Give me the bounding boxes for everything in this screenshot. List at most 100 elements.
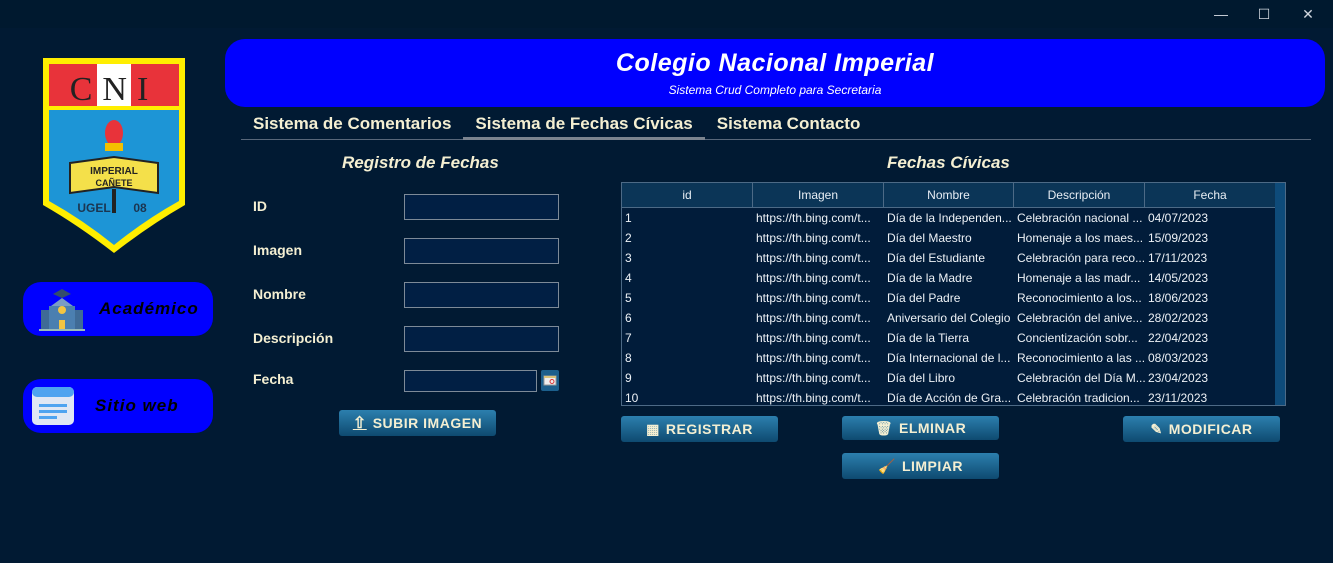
table-row[interactable]: 2 https://th.bing.com/t... Día del Maestro… — [622, 228, 1285, 248]
table-cell: 22/04/2023 — [1148, 331, 1209, 345]
registrar-label: REGISTRAR — [665, 421, 753, 437]
table-cell: 7 — [625, 331, 632, 345]
table-row[interactable]: 4 https://th.bing.com/t... Día de la Madre… — [622, 268, 1285, 288]
table-cell: Homenaje a las madr... — [1017, 271, 1141, 285]
table-cell: 15/09/2023 — [1148, 231, 1209, 245]
title-bar: — ☐ ✕ — [0, 0, 1333, 28]
table-cell: Celebración del anive... — [1017, 311, 1143, 325]
modificar-label: MODIFICAR — [1168, 421, 1253, 437]
table-cell: Concientización sobr... — [1017, 331, 1138, 345]
table-cell: 14/05/2023 — [1148, 271, 1209, 285]
tab-comentarios[interactable]: Sistema de Comentarios — [241, 110, 463, 140]
column-header[interactable]: Imagen — [753, 183, 884, 207]
table-cell: Día del Maestro — [887, 231, 972, 245]
table-row[interactable]: 1 https://th.bing.com/t... Día de la Indep… — [622, 208, 1285, 228]
table-cell: Reconocimiento a las ... — [1017, 351, 1145, 365]
sidebar-item-academico[interactable]: Académico — [23, 282, 213, 336]
close-button[interactable]: ✕ — [1293, 4, 1323, 24]
table-cell: Reconocimiento a los... — [1017, 291, 1142, 305]
calendar-icon: ▦ — [646, 420, 660, 437]
column-header[interactable]: Fecha — [1145, 183, 1276, 207]
modificar-button[interactable]: ✎ MODIFICAR — [1123, 416, 1280, 442]
tab-bar: Sistema de Comentarios Sistema de Fechas… — [241, 110, 1311, 140]
fecha-field[interactable] — [404, 370, 537, 392]
table-cell: https://th.bing.com/t... — [756, 371, 871, 385]
descripcion-field[interactable] — [404, 326, 559, 352]
calendar-picker-button[interactable] — [541, 370, 559, 391]
table-cell: 08/03/2023 — [1148, 351, 1209, 365]
table-cell: Día Internacional de l... — [887, 351, 1011, 365]
table-cell: 4 — [625, 271, 632, 285]
svg-text:IMPERIAL: IMPERIAL — [90, 166, 138, 177]
column-header[interactable]: Nombre — [884, 183, 1014, 207]
table-cell: 17/11/2023 — [1148, 251, 1208, 265]
upload-label: SUBIR IMAGEN — [372, 415, 483, 431]
table-row[interactable]: 6 https://th.bing.com/t... Aniversario del… — [622, 308, 1285, 328]
table-cell: 9 — [625, 371, 632, 385]
table-cell: Celebración del Día M... — [1017, 371, 1145, 385]
school-logo: CNI IMPERIAL CAÑETE UGEL 08 — [43, 58, 185, 253]
table-cell: https://th.bing.com/t... — [756, 271, 871, 285]
column-header[interactable]: Descripción — [1014, 183, 1145, 207]
table-cell: https://th.bing.com/t... — [756, 351, 871, 365]
maximize-button[interactable]: ☐ — [1249, 4, 1279, 24]
table-cell: Celebración para reco... — [1017, 251, 1145, 265]
table-cell: 28/02/2023 — [1148, 311, 1209, 325]
registrar-button[interactable]: ▦ REGISTRAR — [621, 416, 778, 442]
table-cell: Día de Acción de Gra... — [887, 391, 1012, 405]
svg-text:UGEL: UGEL — [77, 201, 110, 215]
imagen-label: Imagen — [253, 242, 303, 258]
table-cell: Homenaje a los maes... — [1017, 231, 1144, 245]
column-header[interactable]: id — [622, 183, 753, 207]
sidebar-item-sitio-web[interactable]: Sitio web — [23, 379, 213, 433]
table-cell: 1 — [625, 211, 632, 225]
table-cell: 10 — [625, 391, 639, 405]
table-row[interactable]: 8 https://th.bing.com/t... Día Internacion… — [622, 348, 1285, 368]
table-cell: 5 — [625, 291, 632, 305]
table-cell: Día de la Independen... — [887, 211, 1012, 225]
school-icon — [39, 289, 85, 331]
table-cell: Día del Padre — [887, 291, 961, 305]
app-header: Colegio Nacional Imperial Sistema Crud C… — [225, 39, 1325, 107]
table-cell: Día de la Tierra — [887, 331, 970, 345]
fechas-table: id Imagen Nombre Descripción Fecha 1 https://… — [621, 182, 1286, 406]
limpiar-button[interactable]: 🧹 LIMPIAR — [842, 453, 999, 479]
calendar-icon — [543, 375, 557, 386]
vertical-scrollbar[interactable] — [1275, 183, 1285, 405]
eliminar-label: ELMINAR — [899, 420, 967, 436]
table-cell: https://th.bing.com/t... — [756, 391, 871, 405]
website-icon — [32, 387, 74, 425]
table-cell: 6 — [625, 311, 632, 325]
table-cell: Celebración nacional ... — [1017, 211, 1143, 225]
trash-icon: 🗑 — [874, 419, 893, 436]
limpiar-label: LIMPIAR — [901, 458, 963, 474]
table-cell: Celebración tradicion... — [1017, 391, 1140, 405]
broom-icon: 🧹 — [878, 457, 896, 474]
id-field[interactable] — [404, 194, 559, 220]
nombre-field[interactable] — [404, 282, 559, 308]
table-cell: https://th.bing.com/t... — [756, 251, 871, 265]
table-cell: https://th.bing.com/t... — [756, 331, 871, 345]
eliminar-button[interactable]: 🗑 ELMINAR — [842, 416, 999, 440]
table-title: Fechas Cívicas — [887, 153, 1010, 172]
table-cell: 18/06/2023 — [1148, 291, 1209, 305]
imagen-field[interactable] — [404, 238, 559, 264]
table-row[interactable]: 10 https://th.bing.com/t... Día de Acción … — [622, 388, 1285, 405]
table-cell: 2 — [625, 231, 632, 245]
tab-contacto[interactable]: Sistema Contacto — [705, 110, 873, 140]
sidebar-item-label: Académico — [99, 299, 199, 318]
upload-icon: ⇧ — [352, 415, 367, 432]
table-cell: Día del Libro — [887, 371, 956, 385]
minimize-button[interactable]: — — [1206, 4, 1236, 24]
tab-fechas-civicas[interactable]: Sistema de Fechas Cívicas — [463, 110, 705, 140]
table-row[interactable]: 5 https://th.bing.com/t... Día del Padre Re… — [622, 288, 1285, 308]
upload-image-button[interactable]: ⇧ SUBIR IMAGEN — [339, 410, 496, 436]
table-row[interactable]: 3 https://th.bing.com/t... Día del Estudia… — [622, 248, 1285, 268]
table-cell: https://th.bing.com/t... — [756, 311, 871, 325]
svg-text:CAÑETE: CAÑETE — [95, 178, 132, 188]
table-cell: 3 — [625, 251, 632, 265]
table-cell: 23/11/2023 — [1148, 391, 1208, 405]
table-row[interactable]: 9 https://th.bing.com/t... Día del Libro Ce… — [622, 368, 1285, 388]
table-cell: 04/07/2023 — [1148, 211, 1209, 225]
table-row[interactable]: 7 https://th.bing.com/t... Día de la Tierr… — [622, 328, 1285, 348]
